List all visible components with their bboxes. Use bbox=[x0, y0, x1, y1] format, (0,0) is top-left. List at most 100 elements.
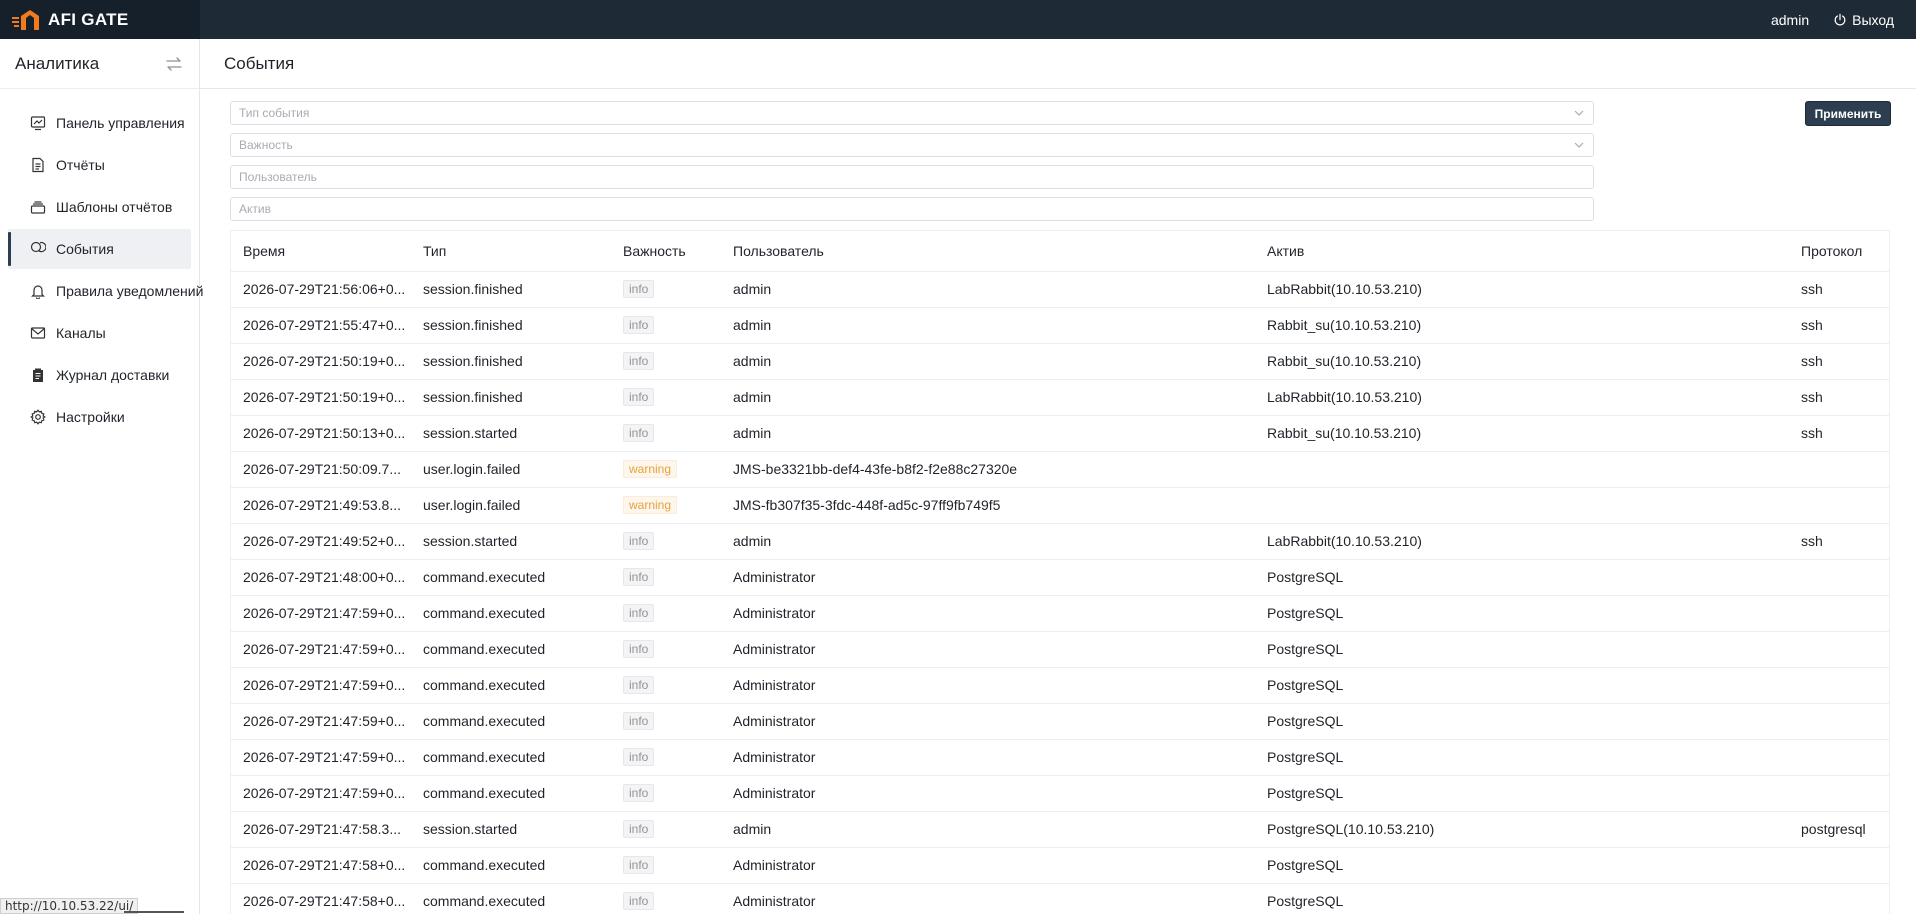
severity-select[interactable] bbox=[230, 133, 1594, 157]
user-filter[interactable] bbox=[230, 165, 1594, 189]
column-header-type[interactable]: Тип bbox=[411, 231, 611, 272]
cell-severity: info bbox=[611, 379, 721, 416]
sidebar-item-dashboard[interactable]: Панель управления bbox=[8, 103, 191, 143]
table-row[interactable]: 2026-07-29T21:47:59+0... command.executed… bbox=[231, 631, 1889, 668]
page-title: События bbox=[224, 53, 295, 73]
table-row[interactable]: 2026-07-29T21:47:59+0... command.executed… bbox=[231, 703, 1889, 740]
cell-user: Administrator bbox=[721, 703, 1255, 740]
cell-type: user.login.failed bbox=[411, 487, 611, 524]
cell-asset: Rabbit_su(10.10.53.210) bbox=[1255, 307, 1789, 344]
switch-arrows-icon[interactable] bbox=[165, 55, 183, 73]
table-row[interactable]: 2026-07-29T21:49:53.8... user.login.faile… bbox=[231, 487, 1889, 524]
cell-type: session.finished bbox=[411, 271, 611, 308]
cell-protocol bbox=[1789, 883, 1889, 914]
severity-badge: info bbox=[623, 640, 655, 658]
table-row[interactable]: 2026-07-29T21:56:06+0... session.finished… bbox=[231, 271, 1889, 308]
cell-user: JMS-fb307f35-3fdc-448f-ad5c-97ff9fb749f5 bbox=[721, 487, 1255, 524]
cell-type: command.executed bbox=[411, 703, 611, 740]
event-type-input[interactable] bbox=[239, 102, 1593, 124]
severity-badge: info bbox=[623, 568, 655, 586]
horizontal-scrollbar[interactable] bbox=[124, 911, 184, 913]
table-row[interactable]: 2026-07-29T21:47:59+0... command.executed… bbox=[231, 595, 1889, 632]
stack-icon bbox=[30, 199, 46, 215]
severity-badge: info bbox=[623, 676, 655, 694]
table-row[interactable]: 2026-07-29T21:47:59+0... command.executed… bbox=[231, 739, 1889, 776]
severity-input[interactable] bbox=[239, 134, 1593, 156]
table-row[interactable]: 2026-07-29T21:47:58+0... command.executed… bbox=[231, 883, 1889, 914]
cell-time: 2026-07-29T21:50:09.7... bbox=[231, 451, 411, 488]
table-row[interactable]: 2026-07-29T21:47:58.3... session.started i… bbox=[231, 811, 1889, 848]
table-row[interactable]: 2026-07-29T21:47:59+0... command.executed… bbox=[231, 667, 1889, 704]
sidebar-item-label: События bbox=[56, 241, 114, 257]
cell-type: session.finished bbox=[411, 307, 611, 344]
cell-severity: info bbox=[611, 703, 721, 740]
cell-protocol bbox=[1789, 703, 1889, 740]
column-header-protocol[interactable]: Протокол bbox=[1789, 231, 1889, 272]
cell-type: session.started bbox=[411, 523, 611, 560]
cell-protocol bbox=[1789, 559, 1889, 596]
column-header-user[interactable]: Пользователь bbox=[721, 231, 1255, 272]
table-row[interactable]: 2026-07-29T21:50:19+0... session.finished… bbox=[231, 343, 1889, 380]
sidebar-item-report-templates[interactable]: Шаблоны отчётов bbox=[8, 187, 191, 227]
dashboard-icon bbox=[30, 115, 46, 131]
severity-badge: info bbox=[623, 532, 655, 550]
sidebar-item-settings[interactable]: Настройки bbox=[8, 397, 191, 437]
cell-asset: PostgreSQL bbox=[1255, 775, 1789, 812]
logout-button[interactable]: Выход bbox=[1833, 12, 1894, 28]
cell-severity: info bbox=[611, 775, 721, 812]
sidebar-item-label: Правила уведомлений bbox=[56, 283, 204, 299]
table-row[interactable]: 2026-07-29T21:47:59+0... command.executed… bbox=[231, 775, 1889, 812]
cell-time: 2026-07-29T21:49:53.8... bbox=[231, 487, 411, 524]
cell-time: 2026-07-29T21:47:58+0... bbox=[231, 847, 411, 884]
file-icon bbox=[30, 157, 46, 173]
asset-filter[interactable] bbox=[230, 197, 1594, 221]
sidebar-item-label: Панель управления bbox=[56, 115, 185, 131]
table-row[interactable]: 2026-07-29T21:50:09.7... user.login.faile… bbox=[231, 451, 1889, 488]
sidebar-item-reports[interactable]: Отчёты bbox=[8, 145, 191, 185]
sidebar-item-notification-rules[interactable]: Правила уведомлений bbox=[8, 271, 203, 311]
table-row[interactable]: 2026-07-29T21:50:19+0... session.finished… bbox=[231, 379, 1889, 416]
event-type-select[interactable] bbox=[230, 101, 1594, 125]
user-input[interactable] bbox=[239, 166, 1593, 188]
table-row[interactable]: 2026-07-29T21:47:58+0... command.executed… bbox=[231, 847, 1889, 884]
cell-protocol bbox=[1789, 487, 1889, 524]
sidebar-item-delivery-log[interactable]: Журнал доставки bbox=[8, 355, 191, 395]
cell-asset: PostgreSQL bbox=[1255, 739, 1789, 776]
table-row[interactable]: 2026-07-29T21:48:00+0... command.executed… bbox=[231, 559, 1889, 596]
cell-user: Administrator bbox=[721, 847, 1255, 884]
severity-badge: warning bbox=[623, 460, 678, 478]
cell-protocol: postgresql bbox=[1789, 811, 1889, 848]
cell-user: admin bbox=[721, 415, 1255, 452]
sidebar-item-channels[interactable]: Каналы bbox=[8, 313, 191, 353]
table-row[interactable]: 2026-07-29T21:49:52+0... session.started i… bbox=[231, 523, 1889, 560]
cell-severity: info bbox=[611, 415, 721, 452]
cell-protocol: ssh bbox=[1789, 415, 1889, 452]
cell-asset: Rabbit_su(10.10.53.210) bbox=[1255, 343, 1789, 380]
brand[interactable]: AFI GATE bbox=[0, 0, 200, 39]
column-header-asset[interactable]: Актив bbox=[1255, 231, 1789, 272]
severity-badge: info bbox=[623, 748, 655, 766]
cell-asset: PostgreSQL(10.10.53.210) bbox=[1255, 811, 1789, 848]
cell-severity: info bbox=[611, 271, 721, 308]
filters-panel bbox=[230, 101, 1594, 229]
column-header-severity[interactable]: Важность bbox=[611, 231, 721, 272]
cell-protocol: ssh bbox=[1789, 343, 1889, 380]
cell-type: session.started bbox=[411, 811, 611, 848]
cell-time: 2026-07-29T21:47:58.3... bbox=[231, 811, 411, 848]
sidebar-item-events[interactable]: События bbox=[8, 229, 191, 269]
current-user[interactable]: admin bbox=[1771, 12, 1809, 28]
asset-input[interactable] bbox=[239, 198, 1593, 220]
cell-time: 2026-07-29T21:47:59+0... bbox=[231, 667, 411, 704]
logo-icon bbox=[12, 9, 39, 30]
column-header-time[interactable]: Время bbox=[231, 231, 411, 272]
cell-protocol: ssh bbox=[1789, 379, 1889, 416]
table-row[interactable]: 2026-07-29T21:50:13+0... session.started i… bbox=[231, 415, 1889, 452]
bell-icon bbox=[30, 283, 46, 299]
cell-type: command.executed bbox=[411, 631, 611, 668]
cell-protocol bbox=[1789, 667, 1889, 704]
cell-type: user.login.failed bbox=[411, 451, 611, 488]
table-row[interactable]: 2026-07-29T21:55:47+0... session.finished… bbox=[231, 307, 1889, 344]
top-bar: AFI GATE admin Выход bbox=[0, 0, 1916, 39]
apply-button[interactable]: Применить bbox=[1805, 101, 1891, 126]
cell-asset: Rabbit_su(10.10.53.210) bbox=[1255, 415, 1789, 452]
